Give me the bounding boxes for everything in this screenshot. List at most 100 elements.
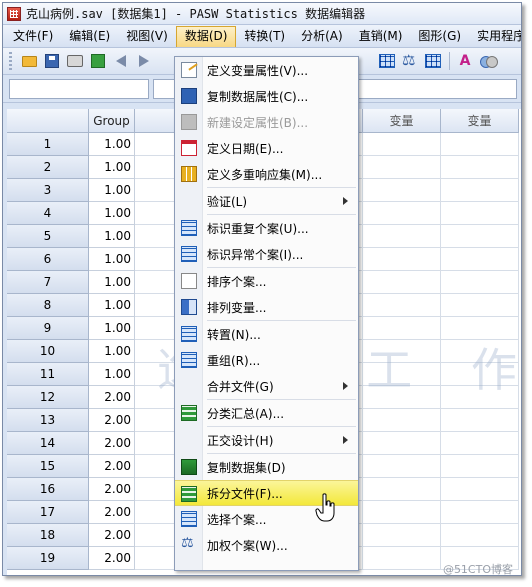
column-header-var[interactable]: 变量 — [363, 109, 441, 133]
empty-cell[interactable] — [363, 432, 441, 455]
group-cell[interactable]: 2.00 — [89, 478, 135, 501]
menu-item[interactable]: 排序个案... — [175, 268, 358, 294]
empty-cell[interactable] — [363, 501, 441, 524]
menu-edit[interactable]: 编辑(E) — [61, 26, 118, 47]
column-header-var[interactable]: 变量 — [441, 109, 519, 133]
empty-cell[interactable] — [363, 271, 441, 294]
row-number[interactable]: 13 — [7, 409, 89, 432]
row-number[interactable]: 3 — [7, 179, 89, 202]
use-sets-button[interactable] — [477, 51, 499, 71]
print-button[interactable] — [64, 51, 86, 71]
empty-cell[interactable] — [441, 179, 519, 202]
menu-item[interactable]: 重组(R)... — [175, 347, 358, 373]
menu-item[interactable]: 排列变量... — [175, 294, 358, 320]
row-number[interactable]: 9 — [7, 317, 89, 340]
empty-cell[interactable] — [363, 156, 441, 179]
menu-graphs[interactable]: 图形(G) — [410, 26, 469, 47]
menu-item[interactable]: 复制数据集(D) — [175, 454, 358, 480]
group-cell[interactable]: 1.00 — [89, 156, 135, 179]
empty-cell[interactable] — [363, 179, 441, 202]
menu-item[interactable]: 转置(N)... — [175, 321, 358, 347]
cell-reference-field[interactable] — [9, 79, 149, 99]
recall-dialog-button[interactable] — [87, 51, 109, 71]
empty-cell[interactable] — [441, 524, 519, 547]
value-labels-toggle-button[interactable]: A — [454, 51, 476, 71]
row-number[interactable]: 10 — [7, 340, 89, 363]
menu-item[interactable]: 复制数据属性(C)... — [175, 83, 358, 109]
menu-data[interactable]: 数据(D) — [175, 25, 237, 47]
group-cell[interactable]: 1.00 — [89, 248, 135, 271]
empty-cell[interactable] — [363, 225, 441, 248]
menu-utilities[interactable]: 实用程序(U) — [469, 26, 521, 47]
empty-cell[interactable] — [441, 455, 519, 478]
empty-cell[interactable] — [363, 409, 441, 432]
empty-cell[interactable] — [441, 156, 519, 179]
toolbar-grip[interactable] — [9, 52, 12, 70]
select-cases-toolbar-button[interactable] — [422, 51, 444, 71]
group-cell[interactable]: 1.00 — [89, 294, 135, 317]
row-number[interactable]: 5 — [7, 225, 89, 248]
row-number[interactable]: 11 — [7, 363, 89, 386]
menu-item[interactable]: 验证(L) — [175, 188, 358, 214]
empty-cell[interactable] — [363, 202, 441, 225]
row-number[interactable]: 12 — [7, 386, 89, 409]
group-cell[interactable]: 1.00 — [89, 363, 135, 386]
menu-item[interactable]: 新建设定属性(B)... — [175, 109, 358, 135]
menu-item[interactable]: 加权个案(W)... — [175, 532, 358, 558]
menu-item[interactable]: 正交设计(H) — [175, 427, 358, 453]
row-number[interactable]: 4 — [7, 202, 89, 225]
empty-cell[interactable] — [363, 294, 441, 317]
menu-item[interactable]: 合并文件(G) — [175, 373, 358, 399]
row-number[interactable]: 19 — [7, 547, 89, 570]
row-number[interactable]: 7 — [7, 271, 89, 294]
group-cell[interactable]: 2.00 — [89, 409, 135, 432]
empty-cell[interactable] — [363, 455, 441, 478]
menu-item[interactable]: 定义日期(E)... — [175, 135, 358, 161]
group-cell[interactable]: 2.00 — [89, 455, 135, 478]
row-number[interactable]: 8 — [7, 294, 89, 317]
empty-cell[interactable] — [441, 478, 519, 501]
group-cell[interactable]: 2.00 — [89, 432, 135, 455]
group-cell[interactable]: 1.00 — [89, 179, 135, 202]
row-number[interactable]: 16 — [7, 478, 89, 501]
menu-direct-marketing[interactable]: 直销(M) — [351, 26, 411, 47]
row-number[interactable]: 6 — [7, 248, 89, 271]
empty-cell[interactable] — [441, 501, 519, 524]
menu-item[interactable]: 定义变量属性(V)... — [175, 57, 358, 83]
empty-cell[interactable] — [363, 478, 441, 501]
group-cell[interactable]: 1.00 — [89, 133, 135, 156]
group-cell[interactable]: 1.00 — [89, 271, 135, 294]
row-number[interactable]: 18 — [7, 524, 89, 547]
empty-cell[interactable] — [441, 133, 519, 156]
group-cell[interactable]: 1.00 — [89, 202, 135, 225]
empty-cell[interactable] — [363, 133, 441, 156]
empty-cell[interactable] — [363, 524, 441, 547]
group-cell[interactable]: 1.00 — [89, 225, 135, 248]
menu-view[interactable]: 视图(V) — [118, 26, 176, 47]
menu-item[interactable]: 分类汇总(A)... — [175, 400, 358, 426]
redo-button[interactable] — [133, 51, 155, 71]
empty-cell[interactable] — [441, 294, 519, 317]
group-cell[interactable]: 1.00 — [89, 340, 135, 363]
column-header-group[interactable]: Group — [89, 109, 135, 133]
empty-cell[interactable] — [363, 248, 441, 271]
empty-cell[interactable] — [441, 248, 519, 271]
empty-cell[interactable] — [441, 409, 519, 432]
row-number[interactable]: 1 — [7, 133, 89, 156]
menu-analyze[interactable]: 分析(A) — [293, 26, 351, 47]
undo-button[interactable] — [110, 51, 132, 71]
save-button[interactable] — [41, 51, 63, 71]
empty-cell[interactable] — [441, 271, 519, 294]
empty-cell[interactable] — [441, 225, 519, 248]
menu-item[interactable]: 定义多重响应集(M)... — [175, 161, 358, 187]
weight-toolbar-button[interactable] — [399, 51, 421, 71]
group-cell[interactable]: 2.00 — [89, 386, 135, 409]
row-number[interactable]: 17 — [7, 501, 89, 524]
group-cell[interactable]: 2.00 — [89, 501, 135, 524]
group-cell[interactable]: 2.00 — [89, 524, 135, 547]
value-labels-button[interactable] — [376, 51, 398, 71]
empty-cell[interactable] — [441, 432, 519, 455]
row-number[interactable]: 15 — [7, 455, 89, 478]
menu-transform[interactable]: 转换(T) — [236, 26, 293, 47]
open-button[interactable] — [18, 51, 40, 71]
